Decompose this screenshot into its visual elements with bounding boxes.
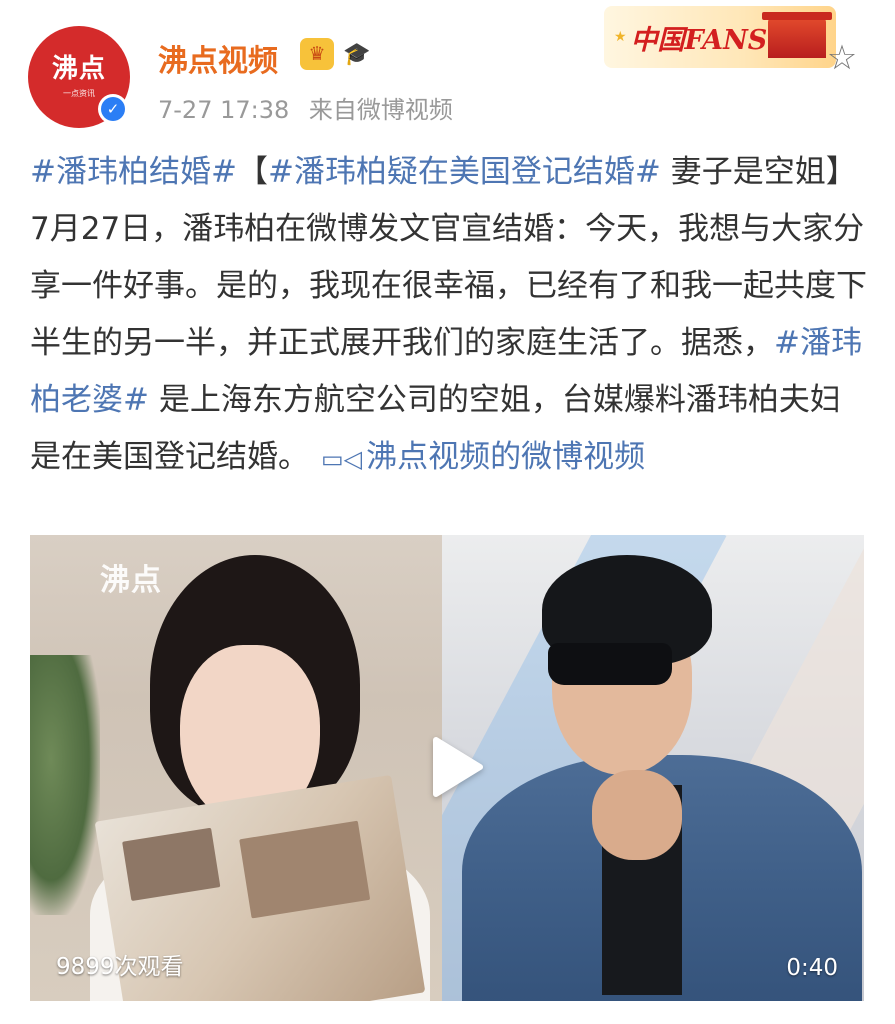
topic-link[interactable]: #潘玮柏疑在美国登记结婚# xyxy=(268,154,661,190)
favorite-star-icon[interactable]: ☆ xyxy=(822,38,862,78)
video-link[interactable]: ▭◁ 沸点视频的微博视频 xyxy=(321,439,645,475)
author-name[interactable]: 沸点视频 xyxy=(158,36,278,80)
verified-badge: ✓ xyxy=(98,94,128,124)
crown-icon[interactable]: ♛ xyxy=(300,38,334,70)
verified-check-icon: ✓ xyxy=(101,97,125,121)
video-watermark: 沸点 xyxy=(100,563,162,598)
tiananmen-icon xyxy=(762,12,832,58)
post-source[interactable]: 来自微博视频 xyxy=(309,96,453,124)
sparkle-icon: ★ xyxy=(614,29,627,45)
play-icon[interactable] xyxy=(428,732,488,802)
video-link-label: 沸点视频的微博视频 xyxy=(366,439,646,475)
video-camera-icon: ▭◁ xyxy=(321,445,363,473)
video-player[interactable]: 沸点 9899次观看 0:40 xyxy=(30,535,864,1001)
post-body: #潘玮柏结婚#【#潘玮柏疑在美国登记结婚# 妻子是空姐】7月27日，潘玮柏在微博… xyxy=(30,144,870,488)
video-duration: 0:40 xyxy=(786,955,838,981)
view-count: 9899次观看 xyxy=(56,954,184,980)
avatar-subtext: 一点资讯 xyxy=(63,88,95,98)
fans-banner[interactable]: ★ 中国FANS xyxy=(604,6,836,68)
post-text: 【 xyxy=(236,154,268,190)
avatar-logo-text: 沸点 xyxy=(51,53,106,84)
topic-link[interactable]: #潘玮柏结婚# xyxy=(30,154,237,190)
graduation-cap-icon[interactable]: 🎓 xyxy=(340,38,374,70)
fans-banner-text: 中国FANS xyxy=(630,24,768,56)
video-frame-left: 沸点 xyxy=(30,535,442,1001)
video-frame-right xyxy=(442,535,864,1001)
user-badges: ♛ 🎓 xyxy=(300,38,374,70)
post-meta: 7-27 17:38 来自微博视频 xyxy=(158,90,453,125)
post-timestamp: 7-27 17:38 xyxy=(158,96,290,124)
